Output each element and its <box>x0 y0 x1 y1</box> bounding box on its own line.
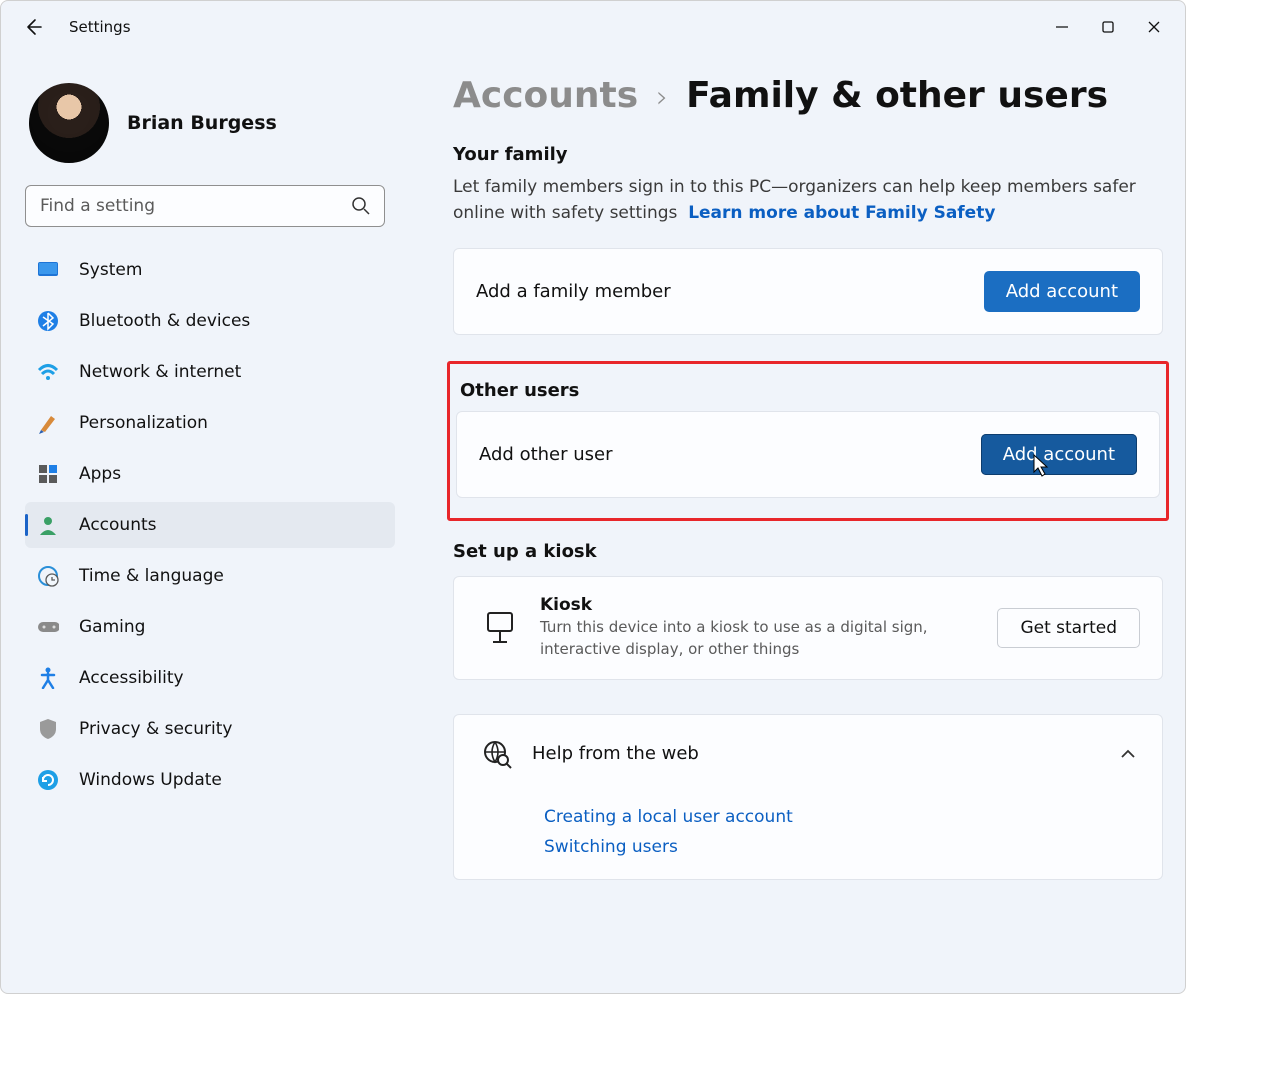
window-title: Settings <box>69 18 131 36</box>
sidebar-item-personalization[interactable]: Personalization <box>25 400 395 446</box>
sidebar: Brian Burgess System Bluetooth & devices… <box>9 53 409 993</box>
sidebar-item-time[interactable]: Time & language <box>25 553 395 599</box>
display-icon <box>37 259 59 281</box>
sidebar-item-gaming[interactable]: Gaming <box>25 604 395 650</box>
gamepad-icon <box>37 616 59 638</box>
sidebar-item-bluetooth[interactable]: Bluetooth & devices <box>25 298 395 344</box>
maximize-button[interactable] <box>1085 7 1131 47</box>
help-link-create-local-user[interactable]: Creating a local user account <box>544 807 1162 827</box>
bluetooth-icon <box>37 310 59 332</box>
sidebar-item-system[interactable]: System <box>25 247 395 293</box>
back-button[interactable] <box>13 7 53 47</box>
cursor-icon <box>1033 454 1051 478</box>
breadcrumb-current: Family & other users <box>686 75 1108 116</box>
breadcrumb: Accounts › Family & other users <box>453 75 1163 116</box>
add-family-member-label: Add a family member <box>476 281 671 302</box>
window-controls <box>1039 7 1177 47</box>
add-other-account-button[interactable]: Add account <box>981 434 1137 475</box>
search-wrap <box>25 185 385 227</box>
sidebar-item-label: Gaming <box>79 617 145 637</box>
chevron-right-icon: › <box>656 80 668 115</box>
sidebar-item-accounts[interactable]: Accounts <box>25 502 395 548</box>
close-icon <box>1147 20 1161 34</box>
sidebar-item-label: Personalization <box>79 413 208 433</box>
kiosk-title: Kiosk <box>540 595 940 615</box>
title-bar: Settings <box>1 1 1185 53</box>
kiosk-card: Kiosk Turn this device into a kiosk to u… <box>453 576 1163 680</box>
minimize-icon <box>1055 20 1069 34</box>
help-title: Help from the web <box>532 743 699 764</box>
settings-window: Settings Brian Burgess <box>0 0 1186 994</box>
paintbrush-icon <box>37 412 59 434</box>
user-profile[interactable]: Brian Burgess <box>29 83 399 163</box>
help-link-switching-users[interactable]: Switching users <box>544 837 1162 857</box>
add-family-account-button[interactable]: Add account <box>984 271 1140 312</box>
person-icon <box>37 514 59 536</box>
kiosk-get-started-button[interactable]: Get started <box>997 608 1140 648</box>
family-section-title: Your family <box>453 144 1163 165</box>
help-links: Creating a local user account Switching … <box>454 791 1162 879</box>
sidebar-item-label: Privacy & security <box>79 719 233 739</box>
accessibility-icon <box>37 667 59 689</box>
sidebar-item-label: Network & internet <box>79 362 241 382</box>
search-icon <box>351 196 371 216</box>
shield-icon <box>37 718 59 740</box>
arrow-left-icon <box>23 17 43 37</box>
wifi-icon <box>37 361 59 383</box>
close-button[interactable] <box>1131 7 1177 47</box>
main-content: Accounts › Family & other users Your fam… <box>409 53 1185 993</box>
maximize-icon <box>1101 20 1115 34</box>
add-other-user-card: Add other user Add account <box>456 411 1160 498</box>
search-input[interactable] <box>25 185 385 227</box>
breadcrumb-parent[interactable]: Accounts <box>453 75 638 116</box>
kiosk-text: Kiosk Turn this device into a kiosk to u… <box>540 595 940 661</box>
help-card: Help from the web Creating a local user … <box>453 714 1163 880</box>
sidebar-item-apps[interactable]: Apps <box>25 451 395 497</box>
chevron-up-icon <box>1120 744 1136 763</box>
user-name: Brian Burgess <box>127 112 277 134</box>
update-icon <box>37 769 59 791</box>
clock-globe-icon <box>37 565 59 587</box>
globe-search-icon <box>480 737 514 771</box>
apps-icon <box>37 463 59 485</box>
add-family-member-card: Add a family member Add account <box>453 248 1163 335</box>
other-users-section-title: Other users <box>460 380 1160 401</box>
sidebar-item-label: Accounts <box>79 515 157 535</box>
sidebar-item-label: Apps <box>79 464 121 484</box>
other-users-highlight: Other users Add other user Add account <box>447 361 1169 521</box>
family-section-description: Let family members sign in to this PC—or… <box>453 175 1153 226</box>
minimize-button[interactable] <box>1039 7 1085 47</box>
kiosk-icon <box>476 611 524 645</box>
sidebar-item-label: Windows Update <box>79 770 222 790</box>
sidebar-item-label: Time & language <box>79 566 224 586</box>
sidebar-item-accessibility[interactable]: Accessibility <box>25 655 395 701</box>
sidebar-item-label: Bluetooth & devices <box>79 311 250 331</box>
sidebar-item-label: Accessibility <box>79 668 184 688</box>
help-toggle[interactable]: Help from the web <box>454 715 1162 791</box>
family-safety-link[interactable]: Learn more about Family Safety <box>688 203 995 223</box>
add-other-user-label: Add other user <box>479 444 613 465</box>
kiosk-section-title: Set up a kiosk <box>453 541 1163 562</box>
sidebar-nav: System Bluetooth & devices Network & int… <box>25 247 399 803</box>
sidebar-item-privacy[interactable]: Privacy & security <box>25 706 395 752</box>
avatar <box>29 83 109 163</box>
sidebar-item-network[interactable]: Network & internet <box>25 349 395 395</box>
kiosk-description: Turn this device into a kiosk to use as … <box>540 617 940 661</box>
sidebar-item-label: System <box>79 260 142 280</box>
sidebar-item-update[interactable]: Windows Update <box>25 757 395 803</box>
